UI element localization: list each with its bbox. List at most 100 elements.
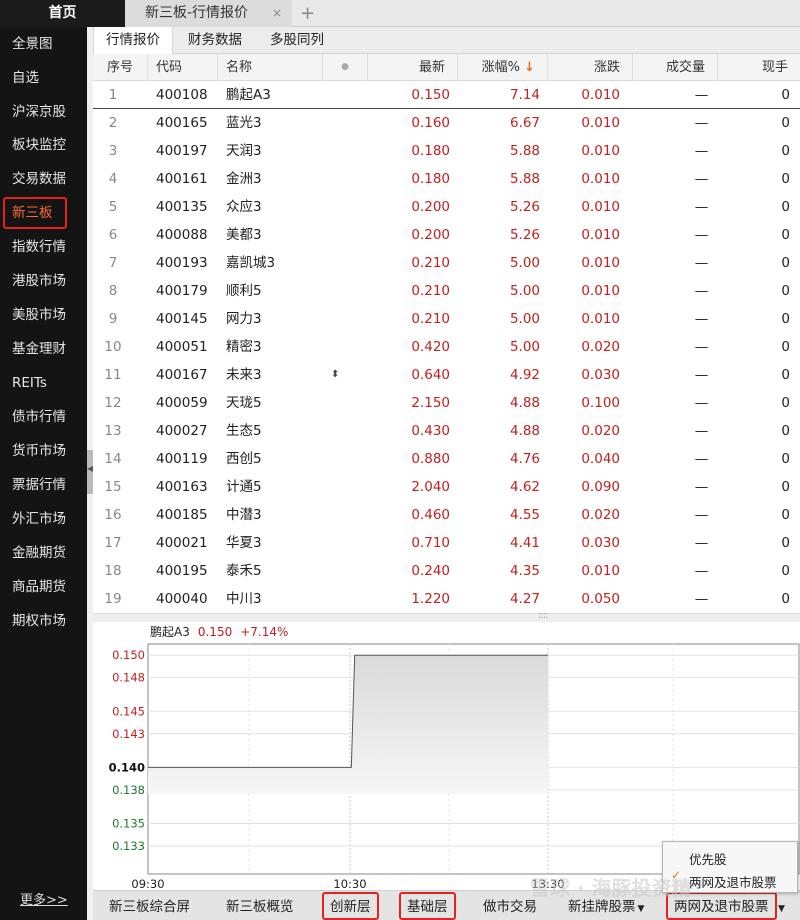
tab-innovation-tier[interactable]: 创新层	[322, 892, 379, 920]
table-row[interactable]: 17 400021 华夏3 0.710 4.41 0.030 — 0	[93, 529, 800, 557]
table-row[interactable]: 15 400163 计通5 2.040 4.62 0.090 — 0	[93, 473, 800, 501]
cell-vol: —	[694, 283, 709, 299]
sidebar-item-a-shares[interactable]: 沪深京股	[12, 101, 66, 123]
col-header-seq[interactable]: 序号	[93, 54, 148, 81]
col-header-dot-icon[interactable]: ●	[323, 54, 368, 81]
sidebar-item-funds[interactable]: 基金理财	[12, 338, 66, 360]
sidebar-item-index[interactable]: 指数行情	[12, 236, 66, 258]
cell-name: 天珑5	[226, 395, 262, 411]
sidebar-item-neeq[interactable]: 新三板	[12, 202, 53, 224]
col-header-last-vol[interactable]: 现手	[718, 54, 800, 81]
table-row[interactable]: 12 400059 天珑5 2.150 4.88 0.100 — 0	[93, 389, 800, 417]
cell-diff: 0.010	[581, 283, 620, 299]
cell-seq: 8	[108, 283, 118, 299]
cell-name: 中潜3	[226, 507, 262, 523]
sidebar-item-forex[interactable]: 外汇市场	[12, 508, 66, 530]
sidebar-item-sector-monitor[interactable]: 板块监控	[12, 134, 66, 156]
table-row[interactable]: 9 400145 网力3 0.210 5.00 0.010 — 0	[93, 305, 800, 333]
table-row[interactable]: 3 400197 天润3 0.180 5.88 0.010 — 0	[93, 137, 800, 165]
cell-chg: 4.55	[509, 507, 540, 523]
add-tab-icon[interactable]: +	[300, 0, 315, 27]
col-header-change-pct[interactable]: 涨幅% ↓	[458, 54, 548, 81]
col-header-volume[interactable]: 成交量	[633, 54, 718, 81]
menu-item-preferred-stock[interactable]: 优先股	[689, 849, 727, 868]
col-header-price[interactable]: 最新	[368, 54, 458, 81]
tab-base-tier[interactable]: 基础层	[399, 892, 456, 920]
table-row[interactable]: 8 400179 顺利5 0.210 5.00 0.010 — 0	[93, 277, 800, 305]
tab-market-making[interactable]: 做市交易	[483, 891, 537, 920]
cell-name: 计通5	[226, 479, 262, 495]
cell-chg: 4.92	[509, 367, 540, 383]
col-header-name[interactable]: 名称	[218, 54, 323, 81]
sidebar-more-link[interactable]: 更多>>	[20, 889, 68, 908]
cell-chg: 5.88	[509, 171, 540, 187]
table-row[interactable]: 14 400119 西创5 0.880 4.76 0.040 — 0	[93, 445, 800, 473]
sidebar-item-commodity-futures[interactable]: 商品期货	[12, 576, 66, 598]
cell-seq: 1	[108, 87, 118, 103]
sidebar-item-options[interactable]: 期权市场	[12, 610, 66, 632]
sidebar-item-trading-data[interactable]: 交易数据	[12, 168, 66, 190]
table-row[interactable]: 11 400167 未来3 0.640 4.92 0.030 — 0 ⬍	[93, 361, 800, 389]
sidebar-item-financial-futures[interactable]: 金融期货	[12, 542, 66, 564]
table-row[interactable]: 5 400135 众应3 0.200 5.26 0.010 — 0	[93, 193, 800, 221]
cell-name: 生态5	[226, 423, 262, 439]
cell-price: 0.240	[411, 563, 450, 579]
tab-neeq-quotes[interactable]: 新三板-行情报价 ×	[125, 0, 292, 27]
cell-name: 蓝光3	[226, 115, 262, 131]
table-row[interactable]: 6 400088 美都3 0.200 5.26 0.010 — 0	[93, 221, 800, 249]
sidebar-item-panorama[interactable]: 全景图	[12, 33, 53, 55]
table-row[interactable]: 16 400185 中潜3 0.460 4.55 0.020 — 0	[93, 501, 800, 529]
cell-last: 0	[781, 255, 790, 271]
table-row[interactable]: 4 400161 金洲3 0.180 5.88 0.010 — 0	[93, 165, 800, 193]
tab-financial-data[interactable]: 财务数据	[176, 27, 254, 54]
cell-last: 0	[781, 423, 790, 439]
cell-name: 顺利5	[226, 283, 262, 299]
cell-name: 众应3	[226, 199, 262, 215]
tab-multi-stock[interactable]: 多股同列	[258, 27, 336, 54]
sidebar-item-bills[interactable]: 票据行情	[12, 474, 66, 496]
tab-neeq-summary[interactable]: 新三板概览	[226, 891, 294, 920]
menu-item-delisted-stocks[interactable]: 两网及退市股票	[689, 872, 777, 891]
cell-vol: —	[694, 115, 709, 131]
cell-last: 0	[781, 227, 790, 243]
cell-vol: —	[694, 479, 709, 495]
table-row[interactable]: 2 400165 蓝光3 0.160 6.67 0.010 — 0	[93, 109, 800, 137]
tab-home[interactable]: 首页	[0, 0, 125, 27]
cell-seq: 4	[108, 171, 118, 187]
quote-table: 1 400108 鹏起A3 0.150 7.14 0.010—0 2 400165 蓝光3 0.1…	[93, 81, 800, 613]
pane-resizer[interactable]: ::::	[93, 610, 800, 622]
sidebar-item-us-market[interactable]: 美股市场	[12, 304, 66, 326]
table-row[interactable]: 18 400195 泰禾5 0.240 4.35 0.010 — 0	[93, 557, 800, 585]
table-row[interactable]: 13 400027 生态5 0.430 4.88 0.020 — 0	[93, 417, 800, 445]
cell-price: 2.150	[411, 395, 450, 411]
sidebar-item-reits[interactable]: REITs	[12, 372, 47, 394]
cell-diff: 0.020	[581, 339, 620, 355]
cell-price: 0.210	[411, 255, 450, 271]
table-row[interactable]: 19 400040 中川3 1.220 4.27 0.050 — 0	[93, 585, 800, 613]
sidebar-item-money-market[interactable]: 货币市场	[12, 440, 66, 462]
table-row[interactable]: 10 400051 精密3 0.420 5.00 0.020 — 0	[93, 333, 800, 361]
x-tick-label: 13:30	[531, 877, 564, 890]
tab-new-listings[interactable]: 新挂牌股票 ▼	[568, 891, 644, 920]
cell-seq: 6	[108, 227, 118, 243]
sidebar-item-bonds[interactable]: 债市行情	[12, 406, 66, 428]
cell-name: 泰禾5	[226, 563, 262, 579]
cell-diff: 0.010	[581, 87, 620, 103]
cell-chg: 4.41	[509, 535, 540, 551]
delisted-dropdown-caret[interactable]: ▼	[776, 891, 785, 920]
table-row[interactable]: 7 400193 嘉凯城3 0.210 5.00 0.010 — 0	[93, 249, 800, 277]
cell-code: 400059	[156, 395, 208, 411]
tab-neeq-overview-screen[interactable]: 新三板综合屏	[109, 891, 190, 920]
cell-vol: —	[694, 339, 709, 355]
resize-grip-icon: ::::	[538, 610, 549, 621]
sidebar-item-watchlist[interactable]: 自选	[12, 67, 39, 89]
col-header-change[interactable]: 涨跌	[548, 54, 633, 81]
tab-delisted-stocks[interactable]: 两网及退市股票	[666, 892, 777, 920]
cell-last: 0	[781, 367, 790, 383]
cell-last: 0	[781, 339, 790, 355]
table-row[interactable]: 1 400108 鹏起A3 0.150 7.14 0.010 — 0	[93, 81, 800, 109]
sidebar-item-hk-market[interactable]: 港股市场	[12, 270, 66, 292]
close-icon[interactable]: ×	[272, 0, 282, 27]
tab-quotes[interactable]: 行情报价	[93, 27, 173, 54]
col-header-code[interactable]: 代码	[148, 54, 218, 81]
